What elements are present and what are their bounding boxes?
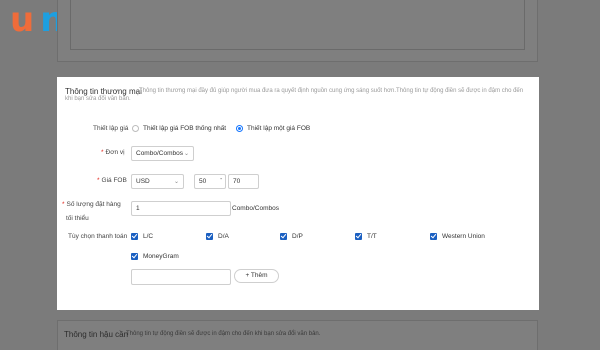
min-order-input[interactable]: 1 xyxy=(131,201,231,216)
checkbox-da-label[interactable]: D/A xyxy=(218,233,229,240)
logistics-section-desc: Thông tin tự động điền sẽ được in đậm ch… xyxy=(126,331,321,337)
checkbox-moneygram-label[interactable]: MoneyGram xyxy=(143,253,179,260)
price-range-separator: - xyxy=(220,176,223,183)
logo-letter: u xyxy=(10,0,41,40)
checkbox-lc-label[interactable]: L/C xyxy=(143,233,153,240)
checkbox-dp-label[interactable]: D/P xyxy=(292,233,303,240)
min-order-unit: Combo/Combos xyxy=(232,205,279,212)
radio-unified-fob-label[interactable]: Thiết lập giá FOB thống nhất xyxy=(143,125,226,132)
radio-single-fob[interactable] xyxy=(236,125,243,132)
other-payment-input[interactable] xyxy=(131,269,231,285)
fob-price-label: * Giá FOB xyxy=(97,177,127,184)
unit-select[interactable]: Combo/Combos ⌄ xyxy=(131,146,194,161)
logistics-section-title: Thông tin hậu cần xyxy=(64,330,129,339)
section-description: Thông tin thương mại đầy đủ giúp người m… xyxy=(139,88,524,94)
checkbox-western-union-label[interactable]: Western Union xyxy=(442,233,485,240)
radio-single-fob-label[interactable]: Thiết lập một giá FOB xyxy=(247,125,310,132)
trade-info-card: Thông tin thương mại Thông tin thương mạ… xyxy=(57,77,539,310)
previous-section-inner xyxy=(70,0,525,50)
fob-max-input[interactable]: 70 xyxy=(228,174,259,189)
currency-select-value: USD xyxy=(136,178,150,185)
checkbox-dp[interactable] xyxy=(280,233,287,240)
currency-select[interactable]: USD ⌄ xyxy=(131,174,184,189)
chevron-down-icon: ⌄ xyxy=(183,151,189,157)
checkbox-western-union[interactable] xyxy=(430,233,437,240)
checkbox-da[interactable] xyxy=(206,233,213,240)
payment-options-label: Tùy chọn thanh toán xyxy=(68,233,128,240)
unit-select-value: Combo/Combos xyxy=(136,150,183,157)
section-description-line2: khi bạn sửa đổi văn bản. xyxy=(65,96,131,102)
min-order-label-line2: tối thiểu xyxy=(66,215,89,222)
add-payment-button[interactable]: + Thêm xyxy=(234,269,279,283)
pricing-setup-label: Thiết lập giá xyxy=(93,125,129,132)
chevron-down-icon: ⌄ xyxy=(173,179,179,185)
unit-label: * Đơn vị xyxy=(101,149,125,156)
radio-unified-fob[interactable] xyxy=(132,125,139,132)
min-order-label: * Số lượng đặt hàng xyxy=(62,201,121,208)
checkbox-tt[interactable] xyxy=(355,233,362,240)
checkbox-moneygram[interactable] xyxy=(131,253,138,260)
checkbox-lc[interactable] xyxy=(131,233,138,240)
checkbox-tt-label[interactable]: T/T xyxy=(367,233,377,240)
